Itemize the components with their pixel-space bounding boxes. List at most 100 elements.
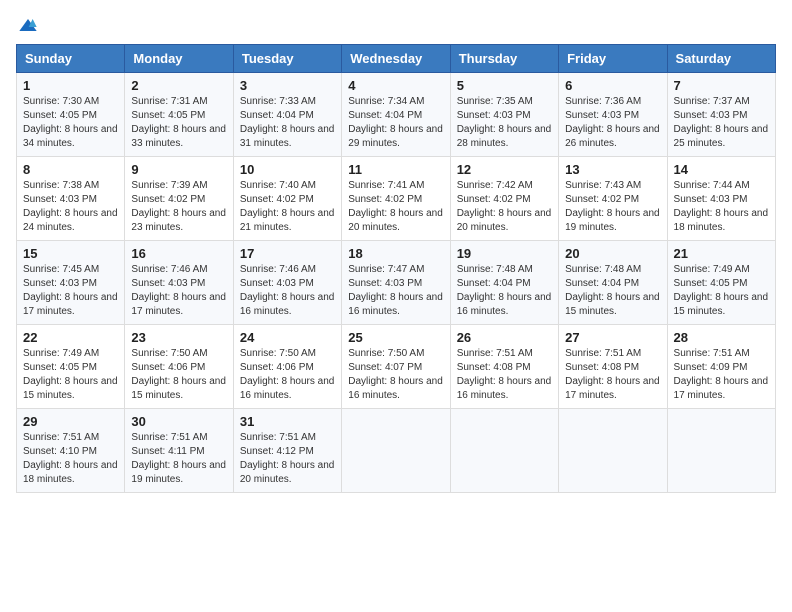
day-number: 25	[348, 330, 443, 345]
day-number: 29	[23, 414, 118, 429]
calendar-cell: 7 Sunrise: 7:37 AM Sunset: 4:03 PM Dayli…	[667, 73, 775, 157]
day-number: 18	[348, 246, 443, 261]
day-info: Sunrise: 7:39 AM Sunset: 4:02 PM Dayligh…	[131, 179, 226, 235]
calendar-cell: 10 Sunrise: 7:40 AM Sunset: 4:02 PM Dayl…	[233, 157, 341, 241]
calendar-cell	[559, 409, 667, 493]
calendar-week-row: 15 Sunrise: 7:45 AM Sunset: 4:03 PM Dayl…	[17, 241, 776, 325]
day-number: 23	[131, 330, 226, 345]
day-info: Sunrise: 7:50 AM Sunset: 4:07 PM Dayligh…	[348, 347, 443, 403]
calendar-cell: 29 Sunrise: 7:51 AM Sunset: 4:10 PM Dayl…	[17, 409, 125, 493]
day-info: Sunrise: 7:44 AM Sunset: 4:03 PM Dayligh…	[674, 179, 769, 235]
day-info: Sunrise: 7:37 AM Sunset: 4:03 PM Dayligh…	[674, 95, 769, 151]
day-number: 9	[131, 162, 226, 177]
calendar-week-row: 29 Sunrise: 7:51 AM Sunset: 4:10 PM Dayl…	[17, 409, 776, 493]
calendar-cell: 9 Sunrise: 7:39 AM Sunset: 4:02 PM Dayli…	[125, 157, 233, 241]
day-info: Sunrise: 7:51 AM Sunset: 4:11 PM Dayligh…	[131, 431, 226, 487]
page-header	[16, 16, 776, 36]
day-number: 31	[240, 414, 335, 429]
day-number: 7	[674, 78, 769, 93]
day-info: Sunrise: 7:41 AM Sunset: 4:02 PM Dayligh…	[348, 179, 443, 235]
day-info: Sunrise: 7:51 AM Sunset: 4:09 PM Dayligh…	[674, 347, 769, 403]
day-info: Sunrise: 7:45 AM Sunset: 4:03 PM Dayligh…	[23, 263, 118, 319]
day-info: Sunrise: 7:43 AM Sunset: 4:02 PM Dayligh…	[565, 179, 660, 235]
day-info: Sunrise: 7:50 AM Sunset: 4:06 PM Dayligh…	[131, 347, 226, 403]
calendar-cell: 1 Sunrise: 7:30 AM Sunset: 4:05 PM Dayli…	[17, 73, 125, 157]
weekday-header-friday: Friday	[559, 45, 667, 73]
logo	[16, 16, 38, 36]
calendar-cell: 23 Sunrise: 7:50 AM Sunset: 4:06 PM Dayl…	[125, 325, 233, 409]
day-number: 22	[23, 330, 118, 345]
weekday-header-tuesday: Tuesday	[233, 45, 341, 73]
calendar-cell: 4 Sunrise: 7:34 AM Sunset: 4:04 PM Dayli…	[342, 73, 450, 157]
day-info: Sunrise: 7:31 AM Sunset: 4:05 PM Dayligh…	[131, 95, 226, 151]
calendar-table: SundayMondayTuesdayWednesdayThursdayFrid…	[16, 44, 776, 493]
day-number: 4	[348, 78, 443, 93]
day-info: Sunrise: 7:36 AM Sunset: 4:03 PM Dayligh…	[565, 95, 660, 151]
calendar-cell: 8 Sunrise: 7:38 AM Sunset: 4:03 PM Dayli…	[17, 157, 125, 241]
day-info: Sunrise: 7:30 AM Sunset: 4:05 PM Dayligh…	[23, 95, 118, 151]
day-info: Sunrise: 7:42 AM Sunset: 4:02 PM Dayligh…	[457, 179, 552, 235]
day-info: Sunrise: 7:46 AM Sunset: 4:03 PM Dayligh…	[131, 263, 226, 319]
calendar-cell: 28 Sunrise: 7:51 AM Sunset: 4:09 PM Dayl…	[667, 325, 775, 409]
calendar-cell: 20 Sunrise: 7:48 AM Sunset: 4:04 PM Dayl…	[559, 241, 667, 325]
calendar-cell: 24 Sunrise: 7:50 AM Sunset: 4:06 PM Dayl…	[233, 325, 341, 409]
day-number: 3	[240, 78, 335, 93]
calendar-cell: 3 Sunrise: 7:33 AM Sunset: 4:04 PM Dayli…	[233, 73, 341, 157]
calendar-cell: 2 Sunrise: 7:31 AM Sunset: 4:05 PM Dayli…	[125, 73, 233, 157]
calendar-cell: 14 Sunrise: 7:44 AM Sunset: 4:03 PM Dayl…	[667, 157, 775, 241]
day-number: 21	[674, 246, 769, 261]
calendar-cell: 25 Sunrise: 7:50 AM Sunset: 4:07 PM Dayl…	[342, 325, 450, 409]
calendar-cell: 13 Sunrise: 7:43 AM Sunset: 4:02 PM Dayl…	[559, 157, 667, 241]
calendar-cell	[667, 409, 775, 493]
day-number: 12	[457, 162, 552, 177]
calendar-cell	[342, 409, 450, 493]
calendar-cell: 27 Sunrise: 7:51 AM Sunset: 4:08 PM Dayl…	[559, 325, 667, 409]
calendar-cell: 12 Sunrise: 7:42 AM Sunset: 4:02 PM Dayl…	[450, 157, 558, 241]
day-info: Sunrise: 7:51 AM Sunset: 4:10 PM Dayligh…	[23, 431, 118, 487]
day-info: Sunrise: 7:47 AM Sunset: 4:03 PM Dayligh…	[348, 263, 443, 319]
day-number: 28	[674, 330, 769, 345]
calendar-week-row: 1 Sunrise: 7:30 AM Sunset: 4:05 PM Dayli…	[17, 73, 776, 157]
weekday-header-monday: Monday	[125, 45, 233, 73]
calendar-week-row: 22 Sunrise: 7:49 AM Sunset: 4:05 PM Dayl…	[17, 325, 776, 409]
day-info: Sunrise: 7:51 AM Sunset: 4:08 PM Dayligh…	[457, 347, 552, 403]
day-number: 1	[23, 78, 118, 93]
day-number: 5	[457, 78, 552, 93]
calendar-cell: 6 Sunrise: 7:36 AM Sunset: 4:03 PM Dayli…	[559, 73, 667, 157]
day-number: 17	[240, 246, 335, 261]
day-info: Sunrise: 7:40 AM Sunset: 4:02 PM Dayligh…	[240, 179, 335, 235]
day-info: Sunrise: 7:38 AM Sunset: 4:03 PM Dayligh…	[23, 179, 118, 235]
calendar-cell: 15 Sunrise: 7:45 AM Sunset: 4:03 PM Dayl…	[17, 241, 125, 325]
day-number: 15	[23, 246, 118, 261]
day-info: Sunrise: 7:49 AM Sunset: 4:05 PM Dayligh…	[23, 347, 118, 403]
day-info: Sunrise: 7:51 AM Sunset: 4:08 PM Dayligh…	[565, 347, 660, 403]
weekday-header-wednesday: Wednesday	[342, 45, 450, 73]
day-info: Sunrise: 7:33 AM Sunset: 4:04 PM Dayligh…	[240, 95, 335, 151]
day-info: Sunrise: 7:35 AM Sunset: 4:03 PM Dayligh…	[457, 95, 552, 151]
calendar-cell: 22 Sunrise: 7:49 AM Sunset: 4:05 PM Dayl…	[17, 325, 125, 409]
day-number: 6	[565, 78, 660, 93]
calendar-cell	[450, 409, 558, 493]
day-info: Sunrise: 7:49 AM Sunset: 4:05 PM Dayligh…	[674, 263, 769, 319]
calendar-cell: 21 Sunrise: 7:49 AM Sunset: 4:05 PM Dayl…	[667, 241, 775, 325]
day-number: 16	[131, 246, 226, 261]
calendar-cell: 19 Sunrise: 7:48 AM Sunset: 4:04 PM Dayl…	[450, 241, 558, 325]
calendar-week-row: 8 Sunrise: 7:38 AM Sunset: 4:03 PM Dayli…	[17, 157, 776, 241]
calendar-cell: 16 Sunrise: 7:46 AM Sunset: 4:03 PM Dayl…	[125, 241, 233, 325]
calendar-cell: 30 Sunrise: 7:51 AM Sunset: 4:11 PM Dayl…	[125, 409, 233, 493]
calendar-cell: 17 Sunrise: 7:46 AM Sunset: 4:03 PM Dayl…	[233, 241, 341, 325]
day-number: 20	[565, 246, 660, 261]
weekday-header-sunday: Sunday	[17, 45, 125, 73]
calendar-cell: 5 Sunrise: 7:35 AM Sunset: 4:03 PM Dayli…	[450, 73, 558, 157]
day-number: 14	[674, 162, 769, 177]
calendar-cell: 18 Sunrise: 7:47 AM Sunset: 4:03 PM Dayl…	[342, 241, 450, 325]
day-number: 27	[565, 330, 660, 345]
calendar-cell: 31 Sunrise: 7:51 AM Sunset: 4:12 PM Dayl…	[233, 409, 341, 493]
day-number: 8	[23, 162, 118, 177]
day-number: 26	[457, 330, 552, 345]
day-number: 30	[131, 414, 226, 429]
day-info: Sunrise: 7:34 AM Sunset: 4:04 PM Dayligh…	[348, 95, 443, 151]
day-number: 2	[131, 78, 226, 93]
day-number: 10	[240, 162, 335, 177]
day-info: Sunrise: 7:48 AM Sunset: 4:04 PM Dayligh…	[565, 263, 660, 319]
